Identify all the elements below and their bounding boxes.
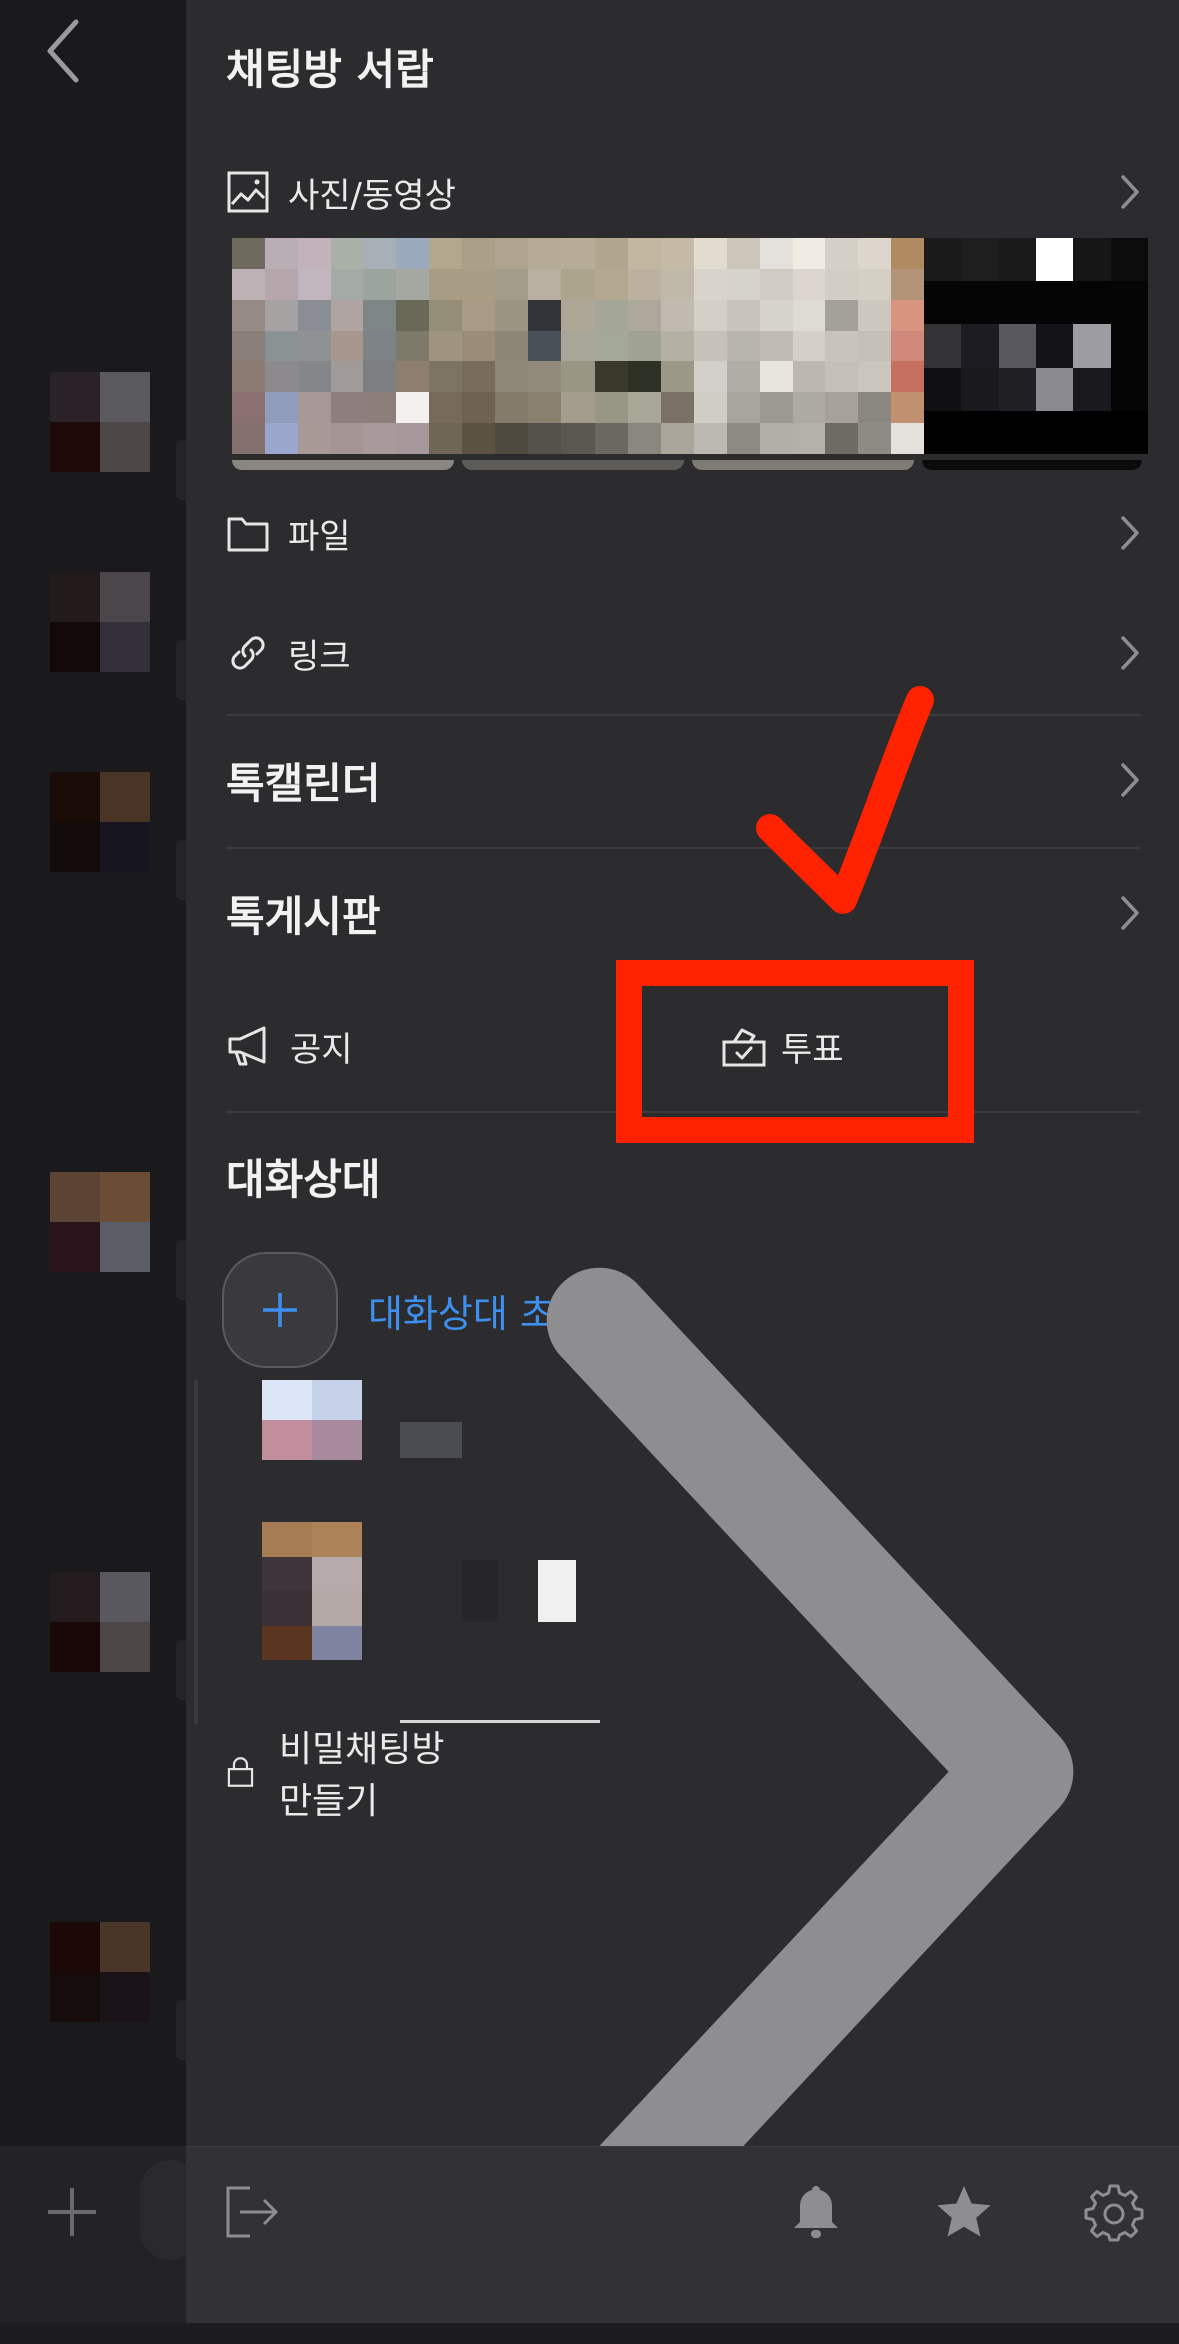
scroll-indicator xyxy=(194,1380,198,1724)
drawer-bottom-bar xyxy=(186,2146,1179,2323)
media-thumbnail[interactable] xyxy=(232,460,454,470)
talk-calendar-row[interactable]: 톡캘린더 xyxy=(226,740,1141,820)
chat-room-drawer: 채팅방 서랍 사진/동영상 파일 링크 톡캘린더 톡게시판 공지 투표 대화상대… xyxy=(186,0,1179,2323)
plus-icon xyxy=(263,1293,297,1327)
avatar xyxy=(50,1922,150,2022)
talk-board-label: 톡게시판 xyxy=(226,891,381,941)
invite-button[interactable] xyxy=(222,1252,338,1368)
avatar xyxy=(50,772,150,872)
media-thumbnail[interactable] xyxy=(922,460,1142,470)
media-thumbnail[interactable] xyxy=(692,460,914,470)
divider xyxy=(226,714,1141,716)
notice-label: 공지 xyxy=(290,1029,353,1070)
avatar xyxy=(50,1172,150,1272)
megaphone-icon xyxy=(228,1026,266,1066)
media-thumbnail[interactable] xyxy=(694,238,924,454)
link-row[interactable]: 링크 xyxy=(226,613,1141,693)
link-icon xyxy=(231,636,265,670)
avatar xyxy=(262,1380,362,1460)
media-thumbnail-strip[interactable] xyxy=(232,238,1148,474)
star-icon[interactable] xyxy=(934,2182,994,2242)
talk-board-row[interactable]: 톡게시판 xyxy=(226,873,1141,953)
highlight-box-annotation xyxy=(616,960,974,1143)
secret-chat-row[interactable]: 비밀채팅방 만들기 xyxy=(226,1267,1141,2277)
file-label: 파일 xyxy=(288,516,351,557)
chevron-right-icon xyxy=(1121,175,1139,209)
media-thumbnail[interactable] xyxy=(462,238,694,454)
link-label: 링크 xyxy=(288,636,351,677)
chevron-right-icon xyxy=(1121,636,1139,670)
member-name xyxy=(400,1422,462,1458)
members-section-title: 대화상대 xyxy=(226,1155,381,1204)
chevron-right-icon xyxy=(1121,896,1139,930)
media-thumbnail[interactable] xyxy=(924,238,1148,454)
chevron-right-icon xyxy=(1121,516,1139,550)
image-icon xyxy=(227,171,269,213)
secret-chat-label: 비밀채팅방 만들기 xyxy=(278,1729,445,1822)
media-thumbnail[interactable] xyxy=(462,460,684,470)
exit-icon[interactable] xyxy=(222,2182,282,2242)
gear-icon[interactable] xyxy=(1084,2182,1144,2242)
plus-icon[interactable] xyxy=(44,2184,100,2240)
bell-icon[interactable] xyxy=(786,2182,846,2242)
lock-icon xyxy=(227,1757,254,1787)
avatar xyxy=(262,1522,362,1660)
talk-calendar-label: 톡캘린더 xyxy=(226,758,381,808)
folder-icon xyxy=(227,517,269,552)
chevron-right-icon xyxy=(1121,763,1139,797)
drawer-title: 채팅방 서랍 xyxy=(226,45,434,94)
avatar xyxy=(50,1572,150,1672)
media-label: 사진/동영상 xyxy=(288,175,456,216)
media-thumbnail[interactable] xyxy=(232,238,462,454)
avatar xyxy=(50,372,150,472)
divider xyxy=(226,847,1141,849)
media-row[interactable]: 사진/동영상 xyxy=(226,152,1141,232)
avatar xyxy=(50,572,150,672)
back-arrow-icon[interactable] xyxy=(40,16,90,86)
file-row[interactable]: 파일 xyxy=(226,493,1141,573)
notice-button[interactable]: 공지 xyxy=(226,1006,646,1086)
